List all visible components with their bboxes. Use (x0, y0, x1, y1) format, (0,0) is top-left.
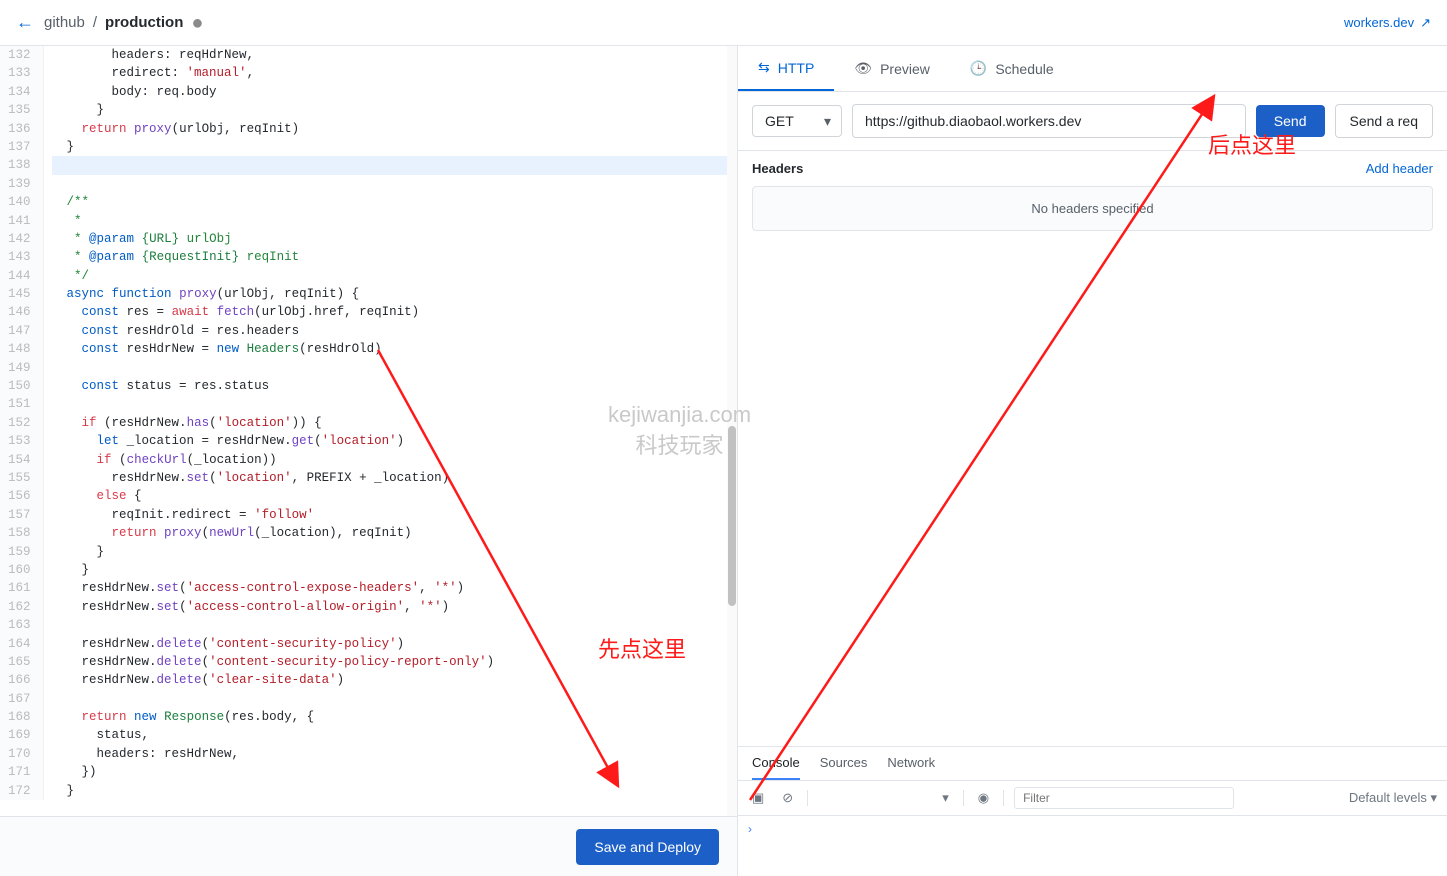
log-levels-dropdown[interactable]: Default levels ▾ (1349, 790, 1437, 806)
code-line[interactable] (52, 175, 737, 193)
back-arrow-icon[interactable]: ← (16, 12, 34, 33)
console-dropdown-icon[interactable]: ▾ (938, 788, 953, 808)
console-prompt: › (748, 822, 752, 836)
http-tab-icon: ⇆ (758, 59, 770, 76)
code-line[interactable] (52, 616, 737, 634)
breadcrumb-name[interactable]: production (105, 14, 183, 31)
code-line[interactable]: if (checkUrl(_location)) (52, 451, 737, 469)
code-line[interactable]: body: req.body (52, 83, 737, 101)
send-request-button[interactable]: Send a req (1335, 104, 1434, 138)
external-link-icon: ↗ (1420, 15, 1431, 31)
breadcrumb: github / production ● (44, 13, 203, 33)
live-expression-icon[interactable]: ◉ (974, 788, 993, 808)
code-line[interactable]: redirect: 'manual', (52, 64, 737, 82)
code-line[interactable]: resHdrNew.delete('content-security-polic… (52, 635, 737, 653)
console-tab-network[interactable]: Network (887, 755, 935, 780)
add-header-link[interactable]: Add header (1366, 161, 1433, 176)
code-line[interactable]: resHdrNew.set('access-control-allow-orig… (52, 598, 737, 616)
scrollbar-thumb[interactable] (728, 426, 736, 606)
code-line[interactable]: * (52, 212, 737, 230)
no-headers-message: No headers specified (752, 186, 1433, 231)
console-toolbar: ▣ ⊘ ▾ ◉ Default levels ▾ (738, 781, 1447, 816)
code-line[interactable]: } (52, 561, 737, 579)
code-line[interactable]: } (52, 138, 737, 156)
code-line[interactable]: if (resHdrNew.has('location')) { (52, 414, 737, 432)
code-line[interactable]: return proxy(urlObj, reqInit) (52, 120, 737, 138)
method-select[interactable]: GET (752, 105, 842, 137)
tab-http[interactable]: ⇆HTTP (738, 46, 834, 91)
scrollbar-track[interactable] (727, 46, 737, 816)
code-line[interactable]: resHdrNew.set('location', PREFIX + _loca… (52, 469, 737, 487)
code-line[interactable]: } (52, 782, 737, 800)
tab-preview[interactable]: 👁Preview (834, 46, 950, 91)
workers-dev-link[interactable]: workers.dev ↗ (1344, 15, 1431, 31)
code-line[interactable]: status, (52, 726, 737, 744)
code-line[interactable]: async function proxy(urlObj, reqInit) { (52, 285, 737, 303)
code-line[interactable]: * @param {RequestInit} reqInit (52, 248, 737, 266)
code-line[interactable]: const resHdrOld = res.headers (52, 322, 737, 340)
code-line[interactable]: return proxy(newUrl(_location), reqInit) (52, 524, 737, 542)
send-button[interactable]: Send (1256, 105, 1325, 137)
code-line[interactable]: headers: reqHdrNew, (52, 46, 737, 64)
code-line[interactable] (52, 156, 737, 174)
code-line[interactable]: } (52, 101, 737, 119)
devtools-console: Console Sources Network ▣ ⊘ ▾ ◉ Default le… (738, 746, 1447, 876)
url-input[interactable] (852, 104, 1246, 138)
code-line[interactable]: resHdrNew.delete('clear-site-data') (52, 671, 737, 689)
code-line[interactable]: reqInit.redirect = 'follow' (52, 506, 737, 524)
code-line[interactable] (52, 395, 737, 413)
code-line[interactable]: */ (52, 267, 737, 285)
code-line[interactable]: else { (52, 487, 737, 505)
console-clear-icon[interactable]: ⊘ (778, 788, 797, 808)
console-body[interactable]: › (738, 816, 1447, 876)
code-line[interactable]: return new Response(res.body, { (52, 708, 737, 726)
code-line[interactable]: let _location = resHdrNew.get('location'… (52, 432, 737, 450)
headers-section: Headers Add header No headers specified (738, 151, 1447, 231)
request-bar: GET Send Send a req (738, 92, 1447, 151)
topbar: ← github / production ● workers.dev ↗ (0, 0, 1447, 46)
right-pane: ⇆HTTP👁Preview🕒Schedule GET Send Send a r… (738, 46, 1447, 876)
code-line[interactable]: const resHdrNew = new Headers(resHdrOld) (52, 340, 737, 358)
preview-tab-icon: 👁 (854, 60, 872, 77)
console-toggle-icon[interactable]: ▣ (748, 788, 768, 808)
code-line[interactable]: resHdrNew.set('access-control-expose-hea… (52, 579, 737, 597)
schedule-tab-icon: 🕒 (970, 60, 987, 77)
code-line[interactable]: headers: resHdrNew, (52, 745, 737, 763)
save-deploy-button[interactable]: Save and Deploy (576, 829, 719, 865)
tab-schedule[interactable]: 🕒Schedule (950, 46, 1074, 91)
code-content[interactable]: headers: reqHdrNew, redirect: 'manual', … (44, 46, 737, 800)
code-line[interactable]: resHdrNew.delete('content-security-polic… (52, 653, 737, 671)
line-gutter: 1321331341351361371381391401411421431441… (0, 46, 44, 800)
console-tab-console[interactable]: Console (752, 755, 800, 780)
code-editor[interactable]: 1321331341351361371381391401411421431441… (0, 46, 737, 816)
headers-title: Headers (752, 161, 803, 176)
console-tabs: Console Sources Network (738, 747, 1447, 781)
code-line[interactable]: const status = res.status (52, 377, 737, 395)
workers-dev-label: workers.dev (1344, 15, 1414, 30)
deploy-bar: Save and Deploy (0, 816, 737, 876)
right-tabs: ⇆HTTP👁Preview🕒Schedule (738, 46, 1447, 92)
code-line[interactable]: }) (52, 763, 737, 781)
breadcrumb-org[interactable]: github (44, 14, 85, 31)
code-line[interactable] (52, 690, 737, 708)
code-line[interactable]: /** (52, 193, 737, 211)
console-filter-input[interactable] (1014, 787, 1234, 809)
editor-pane: 1321331341351361371381391401411421431441… (0, 46, 738, 876)
code-line[interactable] (52, 359, 737, 377)
code-line[interactable]: * @param {URL} urlObj (52, 230, 737, 248)
unsaved-dot-icon: ● (191, 13, 203, 33)
code-line[interactable]: const res = await fetch(urlObj.href, req… (52, 303, 737, 321)
code-line[interactable]: } (52, 543, 737, 561)
console-tab-sources[interactable]: Sources (820, 755, 868, 780)
